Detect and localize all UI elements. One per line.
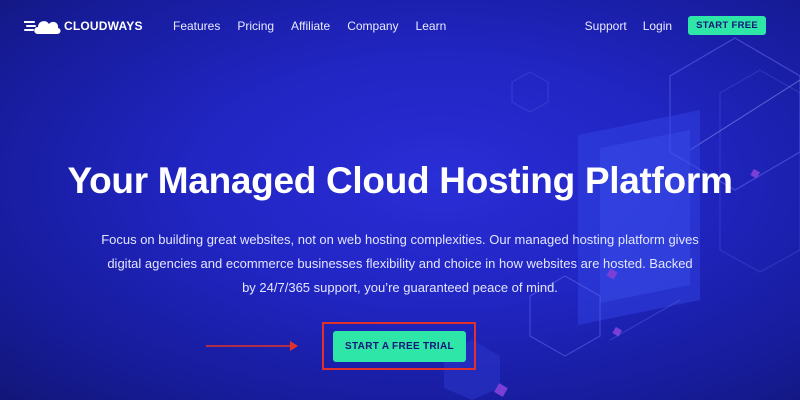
hero-subtitle-line-2: digital agencies and ecommerce businesse…: [107, 256, 693, 271]
hero-subtitle: Focus on building great websites, not on…: [90, 228, 710, 300]
header-actions: Support Login START FREE: [585, 16, 766, 35]
nav-item-learn[interactable]: Learn: [416, 18, 447, 34]
nav-item-features[interactable]: Features: [173, 18, 220, 34]
login-link[interactable]: Login: [643, 18, 672, 34]
logo[interactable]: CLOUDWAYS: [24, 15, 143, 37]
start-free-trial-button[interactable]: START A FREE TRIAL: [333, 331, 466, 362]
nav-item-company[interactable]: Company: [347, 18, 398, 34]
hero-subtitle-line-1: Focus on building great websites, not on…: [101, 232, 699, 247]
nav-item-pricing[interactable]: Pricing: [237, 18, 274, 34]
logo-text: CLOUDWAYS: [64, 19, 143, 33]
hero-subtitle-line-3: by 24/7/365 support, you’re guaranteed p…: [242, 280, 558, 295]
red-arrow-annotation: [206, 341, 298, 351]
cloud-speed-icon: [24, 21, 61, 34]
landing-page: CLOUDWAYS Features Pricing Affiliate Com…: [0, 0, 800, 400]
hero-title: Your Managed Cloud Hosting Platform: [67, 160, 733, 201]
support-link[interactable]: Support: [585, 18, 627, 34]
site-header: CLOUDWAYS Features Pricing Affiliate Com…: [0, 0, 800, 52]
start-free-button[interactable]: START FREE: [688, 16, 766, 35]
main-nav: Features Pricing Affiliate Company Learn: [173, 18, 463, 34]
nav-item-affiliate[interactable]: Affiliate: [291, 18, 330, 34]
